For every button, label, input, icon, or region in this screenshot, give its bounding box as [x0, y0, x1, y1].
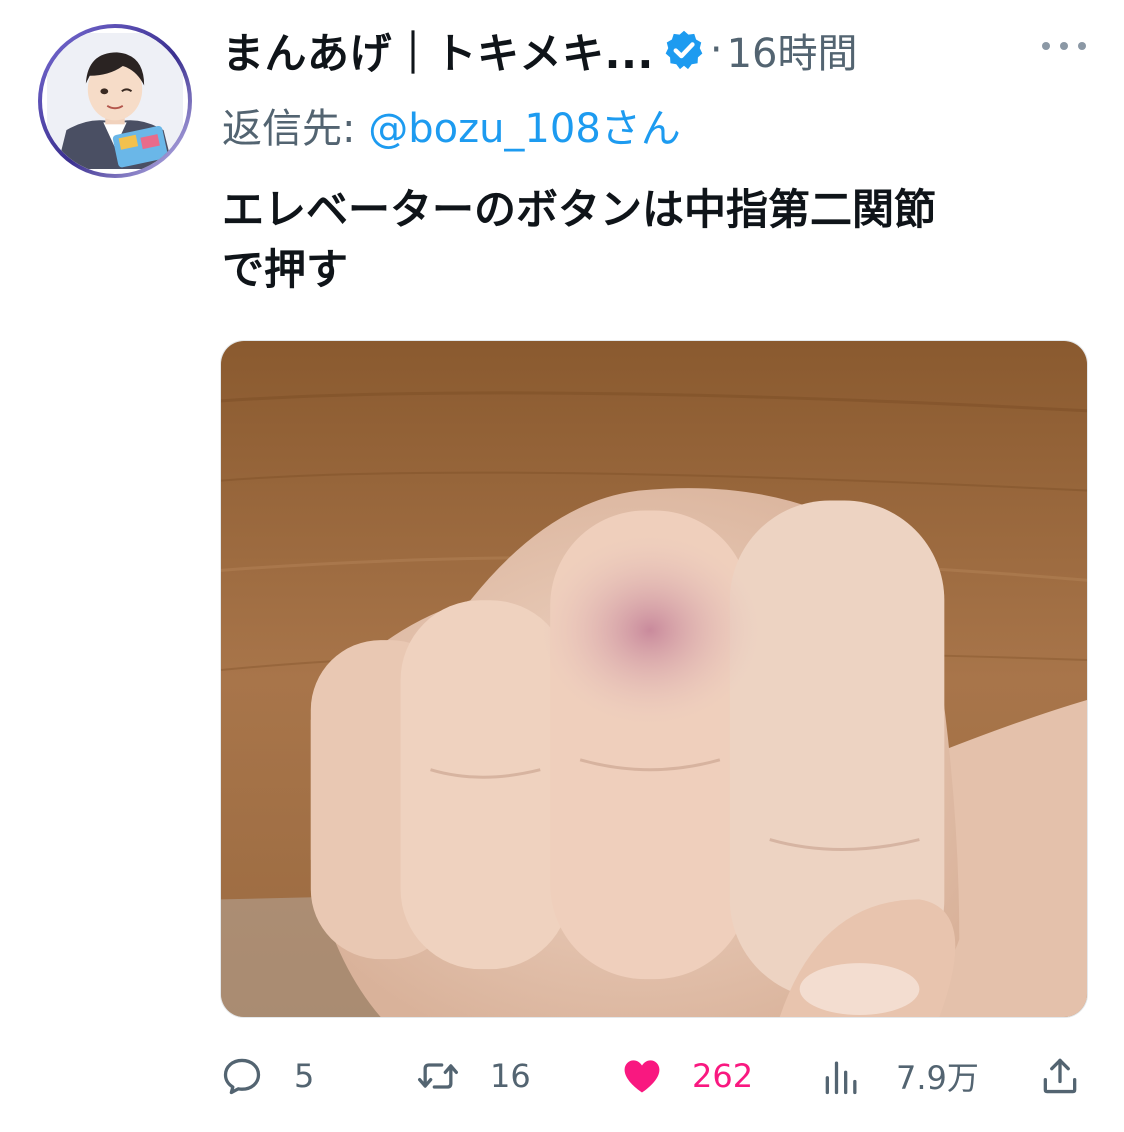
views-icon	[825, 1061, 857, 1095]
more-dot	[1042, 42, 1050, 50]
views-button[interactable]: 7.9万	[820, 1052, 979, 1100]
share-icon	[1043, 1058, 1077, 1094]
action-bar: 5 16 262 7.9万	[0, 1040, 1124, 1112]
reply-prefix: 返信先:	[222, 106, 356, 152]
more-dot	[1078, 42, 1086, 50]
retweet-button[interactable]: 16	[416, 1052, 531, 1100]
replying-to: 返信先: @bozu_108さん	[222, 96, 681, 154]
reply-count: 5	[294, 1057, 315, 1095]
like-button[interactable]: 262	[620, 1052, 753, 1100]
display-name[interactable]: まんあげ｜トキメキ...	[222, 20, 654, 81]
tweet-photo[interactable]	[220, 340, 1088, 1018]
tweet-text-line: で押す	[222, 245, 349, 294]
fist-photo	[221, 341, 1087, 1017]
tweet: まんあげ｜トキメキ... · 16時間 返信先: @bozu_108さん エレベ…	[0, 0, 1124, 1132]
separator-dot: ·	[709, 27, 723, 73]
reply-icon	[223, 1058, 261, 1095]
more-dot	[1060, 42, 1068, 50]
tweet-header: まんあげ｜トキメキ... · 16時間	[222, 20, 858, 80]
timestamp[interactable]: 16時間	[727, 21, 858, 79]
verified-badge-icon	[662, 28, 706, 72]
retweet-icon	[418, 1063, 458, 1089]
heart-icon	[624, 1060, 660, 1093]
avatar[interactable]	[38, 24, 192, 178]
tweet-text-line: エレベーターのボタンは中指第二関節	[222, 185, 937, 234]
like-count: 262	[692, 1057, 754, 1095]
reply-handle-link[interactable]: @bozu_108さん	[368, 106, 681, 152]
more-options-icon[interactable]	[1042, 34, 1086, 58]
retweet-count: 16	[490, 1057, 531, 1095]
share-button[interactable]	[1038, 1052, 1082, 1100]
views-count: 7.9万	[896, 1059, 979, 1097]
avatar-illustration	[47, 33, 183, 169]
tweet-text: エレベーターのボタンは中指第二関節 で押す	[222, 180, 1092, 300]
avatar-image	[42, 28, 188, 174]
reply-button[interactable]: 5	[220, 1052, 314, 1100]
